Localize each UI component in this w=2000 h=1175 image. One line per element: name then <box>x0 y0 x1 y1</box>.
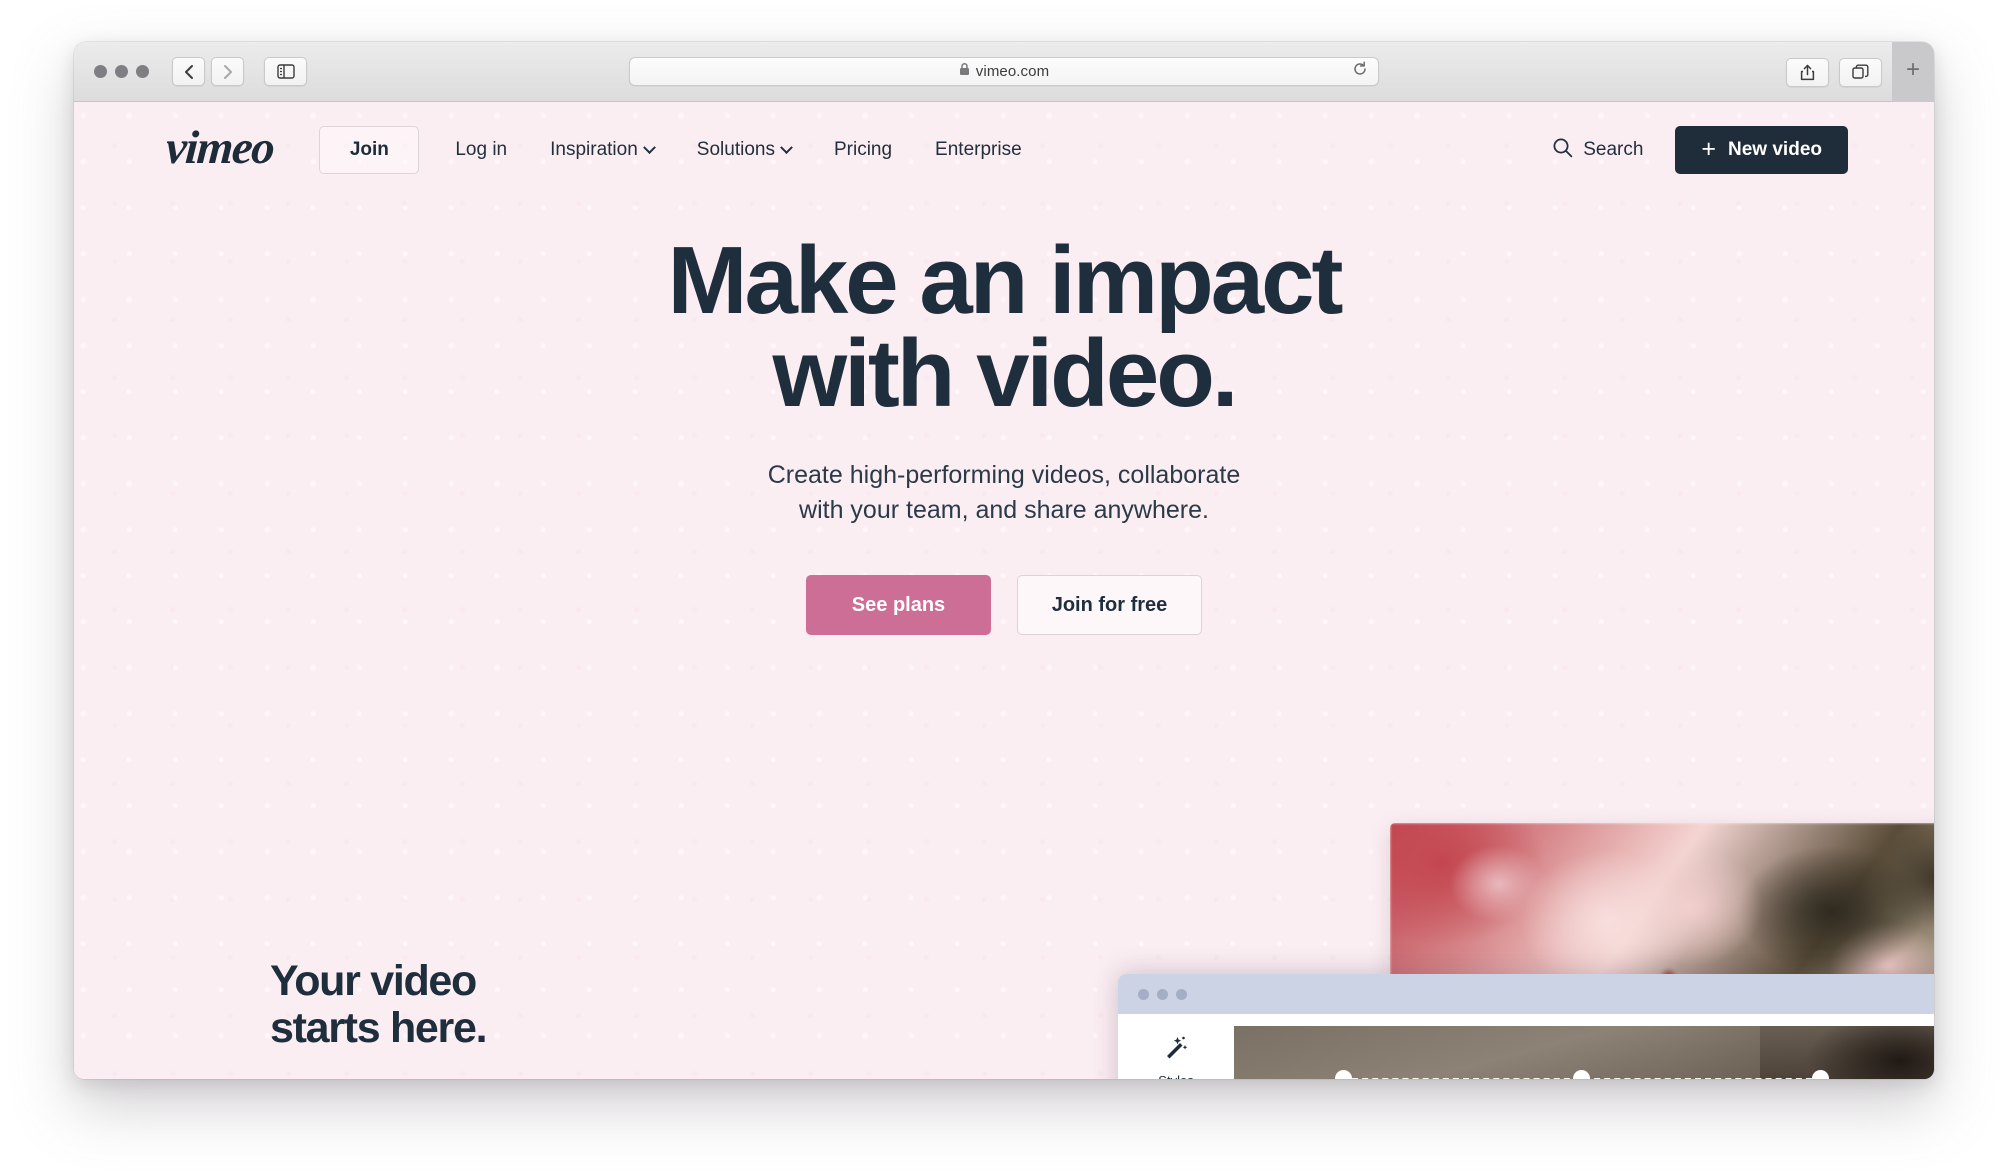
page-title: Make an impact with video. <box>74 233 1934 422</box>
nav-item-inspiration[interactable]: Inspiration <box>550 139 656 161</box>
site-header: vimeo Join Log in Inspiration Solutions <box>74 102 1934 198</box>
new-tab-button[interactable]: + <box>1892 42 1934 102</box>
flower-photo-image <box>1390 823 1934 983</box>
hero-section: Make an impact with video. Create high-p… <box>74 198 1934 636</box>
editor-close-dot <box>1138 988 1149 1000</box>
main-nav: Log in Inspiration Solutions Pricing Ent… <box>455 139 1021 161</box>
window-traffic-lights[interactable] <box>94 65 149 78</box>
new-tab-plus-label: + <box>1905 56 1920 83</box>
sidebar-button-wrap <box>264 57 307 86</box>
editor-mock-body: Styles <box>1118 1014 1934 1079</box>
tab-overview-button[interactable] <box>1839 57 1882 87</box>
back-button[interactable] <box>172 57 205 86</box>
editor-maximize-dot <box>1176 988 1187 1000</box>
sidebar-toggle-button[interactable] <box>264 57 307 86</box>
subtitle-line-2: with your team, and share anywhere. <box>799 495 1209 524</box>
page-viewport: vimeo Join Log in Inspiration Solutions <box>74 102 1934 1079</box>
header-right-group: Search + New video <box>1552 126 1848 174</box>
editor-tool-sidebar: Styles <box>1118 1014 1234 1079</box>
nav-item-solutions[interactable]: Solutions <box>696 139 793 161</box>
see-plans-button[interactable]: See plans <box>806 575 991 636</box>
reload-icon <box>1352 61 1368 82</box>
flower-photo-card <box>1390 823 1934 983</box>
hero-subtitle: Create high-performing videos, collabora… <box>74 458 1934 527</box>
address-bar-content: vimeo.com <box>959 62 1049 81</box>
magic-wand-icon <box>1161 1032 1191 1067</box>
editor-minimize-dot <box>1157 988 1168 1000</box>
chevron-right-icon <box>222 64 234 80</box>
nav-label-pricing: Pricing <box>833 139 893 160</box>
vimeo-logo[interactable]: vimeo <box>164 122 275 174</box>
tagline-line-1: Your video <box>270 957 477 1006</box>
nav-label-login: Log in <box>455 139 508 160</box>
hero-cta-group: See plans Join for free <box>74 575 1934 636</box>
chevron-down-icon <box>642 140 656 154</box>
editor-tool-styles[interactable]: Styles <box>1158 1032 1194 1079</box>
nav-label-inspiration: Inspiration <box>550 139 638 160</box>
tab-overview-icon <box>1852 64 1869 80</box>
toolbar-right-group: + <box>1786 42 1934 102</box>
lock-icon <box>959 62 970 81</box>
browser-toolbar: vimeo.com + <box>74 42 1934 102</box>
forward-button[interactable] <box>211 57 244 86</box>
editor-mock-titlebar <box>1118 974 1934 1014</box>
join-button-label: Join <box>349 139 389 160</box>
search-icon <box>1552 137 1573 164</box>
nav-label-enterprise: Enterprise <box>935 139 1022 160</box>
address-bar[interactable]: vimeo.com <box>629 57 1379 86</box>
editor-canvas[interactable]: Made by hand <box>1234 1026 1934 1079</box>
join-button[interactable]: Join <box>319 126 420 174</box>
nav-item-pricing[interactable]: Pricing <box>834 139 892 161</box>
subtitle-line-1: Create high-performing videos, collabora… <box>767 461 1241 490</box>
search-button[interactable]: Search <box>1552 137 1643 164</box>
share-icon <box>1800 64 1815 81</box>
join-for-free-label: Join for free <box>1051 593 1168 616</box>
video-editor-mock-window: Styles <box>1118 974 1934 1079</box>
desktop-backdrop: vimeo.com + vimeo Join Log in Inspiratio… <box>0 0 2000 1175</box>
new-video-button[interactable]: + New video <box>1675 126 1848 174</box>
see-plans-label: See plans <box>851 593 946 616</box>
minimize-window-button[interactable] <box>115 65 128 78</box>
new-video-button-label: New video <box>1728 139 1822 160</box>
join-for-free-button[interactable]: Join for free <box>1017 575 1202 636</box>
chevron-left-icon <box>183 64 195 80</box>
plus-icon: + <box>1701 134 1717 163</box>
text-selection-box[interactable] <box>1335 1070 1829 1079</box>
safari-browser-window: vimeo.com + vimeo Join Log in Inspiratio… <box>74 42 1934 1079</box>
maximize-window-button[interactable] <box>136 65 149 78</box>
sidebar-toggle-icon <box>276 64 295 79</box>
nav-item-enterprise[interactable]: Enterprise <box>935 139 1022 161</box>
bottom-tagline: Your video starts here. <box>270 957 488 1052</box>
headline-line-1: Make an impact <box>667 227 1344 334</box>
close-window-button[interactable] <box>94 65 107 78</box>
tagline-line-2: starts here. <box>270 1003 488 1052</box>
headline-line-2: with video. <box>772 320 1238 428</box>
search-button-label: Search <box>1583 139 1644 160</box>
navigation-buttons <box>172 57 244 86</box>
editor-tool-styles-label: Styles <box>1158 1073 1193 1079</box>
url-text: vimeo.com <box>975 63 1050 80</box>
share-button[interactable] <box>1786 57 1829 87</box>
chevron-down-icon <box>780 140 793 154</box>
nav-item-login[interactable]: Log in <box>455 139 507 161</box>
reload-button[interactable] <box>1350 61 1370 82</box>
nav-label-solutions: Solutions <box>696 139 775 160</box>
